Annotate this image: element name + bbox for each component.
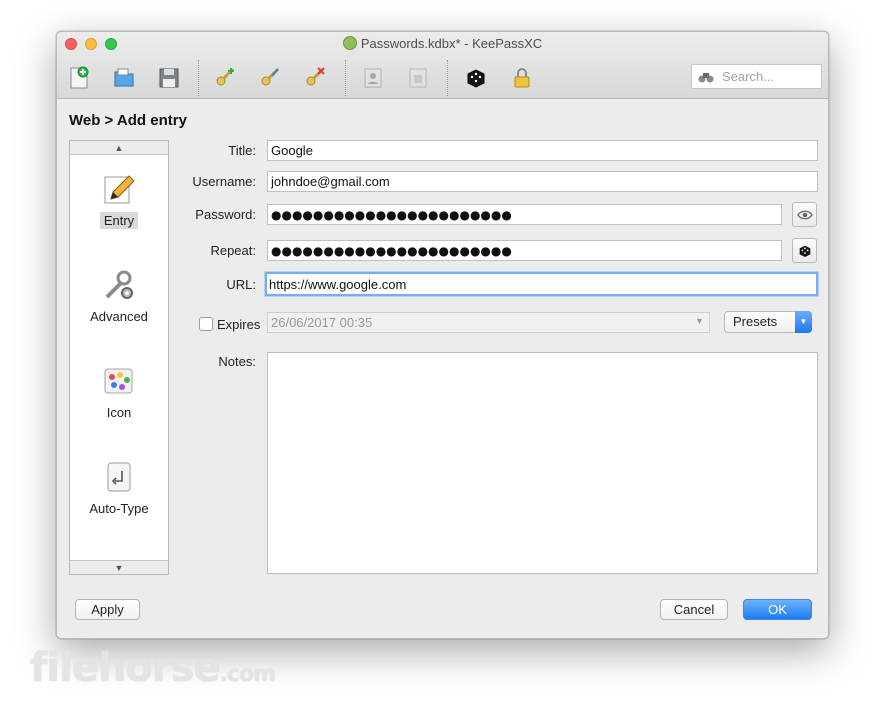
keyboard-key-icon bbox=[107, 462, 131, 492]
sidebar-item-label: Auto-Type bbox=[89, 501, 149, 516]
username-input[interactable] bbox=[267, 171, 818, 192]
copy-username-button[interactable] bbox=[357, 62, 389, 94]
lock-database-icon bbox=[514, 68, 530, 88]
sidebar-item-label: Entry bbox=[99, 212, 139, 229]
delete-entry-button[interactable] bbox=[299, 62, 331, 94]
filehorse-watermark: filehorse.com bbox=[30, 645, 276, 691]
toolbar-separator bbox=[345, 60, 346, 96]
window-title-text: Passwords.kdbx* - KeePassXC bbox=[360, 36, 543, 51]
expires-date-input[interactable] bbox=[267, 312, 710, 333]
binoculars-icon bbox=[698, 72, 714, 82]
watermark-suffix: .com bbox=[219, 662, 276, 687]
new-database-button[interactable] bbox=[63, 62, 95, 94]
edit-entry-button[interactable] bbox=[254, 62, 286, 94]
repeat-label: Repeat: bbox=[210, 243, 256, 258]
repeat-password-input[interactable] bbox=[267, 240, 782, 261]
pencil-icon bbox=[104, 175, 135, 204]
titlebar: Passwords.kdbx* - KeePassXC bbox=[57, 32, 828, 99]
keepassxc-logo-icon bbox=[342, 36, 357, 50]
palette-icon bbox=[104, 368, 133, 394]
sidebar-item-label: Advanced bbox=[90, 309, 148, 324]
sidebar-item-icon[interactable]: Icon bbox=[70, 363, 168, 420]
new-database-icon bbox=[70, 66, 89, 89]
ok-button[interactable]: OK bbox=[743, 599, 812, 620]
save-database-button[interactable] bbox=[153, 62, 185, 94]
chevron-down-icon: ▼ bbox=[795, 311, 812, 333]
copy-password-button[interactable] bbox=[402, 62, 434, 94]
password-generator-button[interactable] bbox=[460, 62, 492, 94]
title-input[interactable] bbox=[267, 140, 818, 161]
open-database-icon bbox=[114, 68, 134, 87]
password-label: Password: bbox=[195, 207, 256, 222]
cancel-button[interactable]: Cancel bbox=[660, 599, 728, 620]
search-field[interactable] bbox=[691, 64, 822, 89]
breadcrumb: Web > Add entry bbox=[69, 112, 187, 129]
url-label: URL: bbox=[226, 277, 256, 292]
presets-label: Presets bbox=[733, 314, 778, 329]
window-title: Passwords.kdbx* - KeePassXC bbox=[57, 36, 828, 51]
sidebar-scroll-down-button[interactable]: ▼ bbox=[70, 560, 168, 574]
password-generator-icon bbox=[467, 69, 485, 88]
notes-label: Notes: bbox=[218, 354, 256, 369]
add-entry-button[interactable] bbox=[209, 62, 241, 94]
keepassxc-window: Passwords.kdbx* - KeePassXC Search... We… bbox=[56, 31, 829, 639]
chevron-down-icon: ▼ bbox=[695, 316, 704, 326]
watermark-main: filehorse bbox=[30, 645, 221, 691]
lock-database-button[interactable] bbox=[506, 62, 538, 94]
wrench-gear-icon bbox=[105, 270, 133, 299]
apply-button[interactable]: Apply bbox=[75, 599, 140, 620]
url-input[interactable] bbox=[265, 272, 818, 296]
copy-username-icon bbox=[364, 68, 382, 88]
toolbar-separator bbox=[447, 60, 448, 96]
dice-icon bbox=[799, 245, 810, 257]
expires-label: Expires bbox=[217, 317, 261, 332]
toolbar-separator bbox=[198, 60, 199, 96]
presets-dropdown[interactable]: Presets ▼ bbox=[724, 311, 812, 333]
sidebar-item-advanced[interactable]: Advanced bbox=[70, 267, 168, 324]
open-database-button[interactable] bbox=[108, 62, 140, 94]
edit-entry-icon bbox=[261, 67, 280, 86]
password-input[interactable] bbox=[267, 204, 782, 225]
search-input[interactable] bbox=[722, 69, 812, 84]
add-entry-icon bbox=[216, 67, 235, 86]
title-label: Title: bbox=[228, 143, 256, 158]
sidebar-item-label: Icon bbox=[106, 405, 132, 420]
username-label: Username: bbox=[192, 174, 256, 189]
expires-checkbox[interactable] bbox=[199, 317, 213, 331]
sidebar-item-auto-type[interactable]: Auto-Type bbox=[70, 459, 168, 516]
delete-entry-icon bbox=[306, 67, 325, 86]
save-database-icon bbox=[159, 68, 179, 88]
copy-password-icon bbox=[409, 68, 427, 88]
notes-textarea[interactable] bbox=[267, 352, 818, 574]
generate-password-button[interactable] bbox=[792, 238, 817, 263]
eye-icon bbox=[796, 210, 813, 219]
toggle-password-visibility-button[interactable] bbox=[792, 202, 817, 227]
